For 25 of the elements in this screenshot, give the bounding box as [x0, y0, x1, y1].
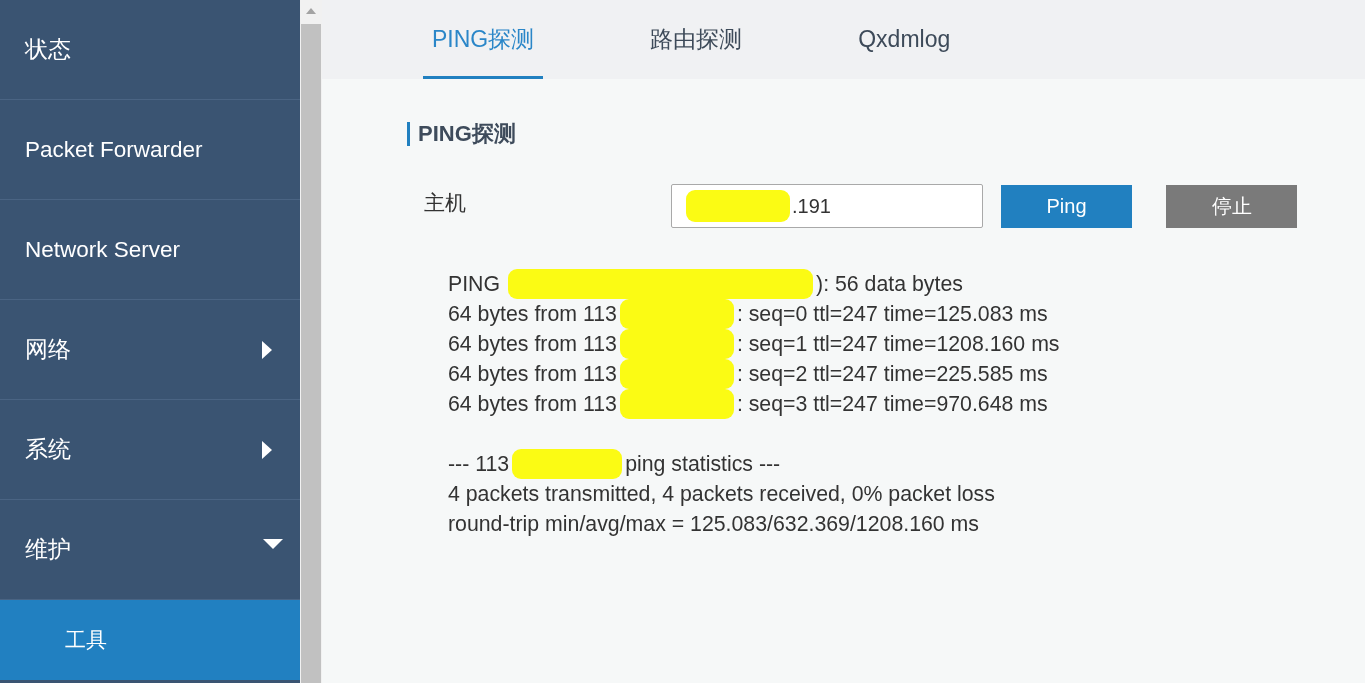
tab[interactable]: Qxdmlog — [849, 0, 960, 79]
stop-button[interactable]: 停止 — [1166, 184, 1297, 228]
output-text: ping statistics --- — [625, 451, 781, 478]
output-text: ): 56 data bytes — [816, 271, 963, 298]
output-text: PING — [448, 271, 501, 298]
host-input[interactable]: .191 — [671, 184, 983, 228]
output-text: : seq=2 ttl=247 time=225.585 ms — [736, 361, 1048, 388]
sidebar-subitem[interactable]: 工具 — [0, 600, 300, 680]
output-text: 64 bytes from 113 — [448, 361, 617, 388]
output-text: round-trip min/avg/max = 125.083/632.369/1208.160 ms — [448, 511, 979, 538]
output-text: 4 packets transmitted, 4 packets received, 0% packet loss — [448, 481, 995, 508]
ping-button[interactable]: Ping — [1001, 184, 1132, 228]
output-text: 64 bytes from 113 — [448, 391, 617, 418]
output-text: : seq=0 ttl=247 time=125.083 ms — [736, 301, 1048, 328]
output-text: : seq=1 ttl=247 time=1208.160 ms — [736, 331, 1060, 358]
tab[interactable]: 路由探测 — [641, 0, 752, 79]
host-label: 主机 — [424, 191, 466, 215]
caret-down-icon[interactable] — [263, 538, 283, 549]
output-text: 64 bytes from 113 — [448, 331, 617, 358]
caret-right-icon[interactable] — [262, 340, 272, 359]
caret-right-icon[interactable] — [262, 440, 272, 459]
output-text: 64 bytes from 113 — [448, 301, 617, 328]
output-text: --- 113 — [448, 451, 510, 478]
output-text: : seq=3 ttl=247 time=970.648 ms — [736, 391, 1048, 418]
section-title: PING探测 — [407, 122, 516, 146]
